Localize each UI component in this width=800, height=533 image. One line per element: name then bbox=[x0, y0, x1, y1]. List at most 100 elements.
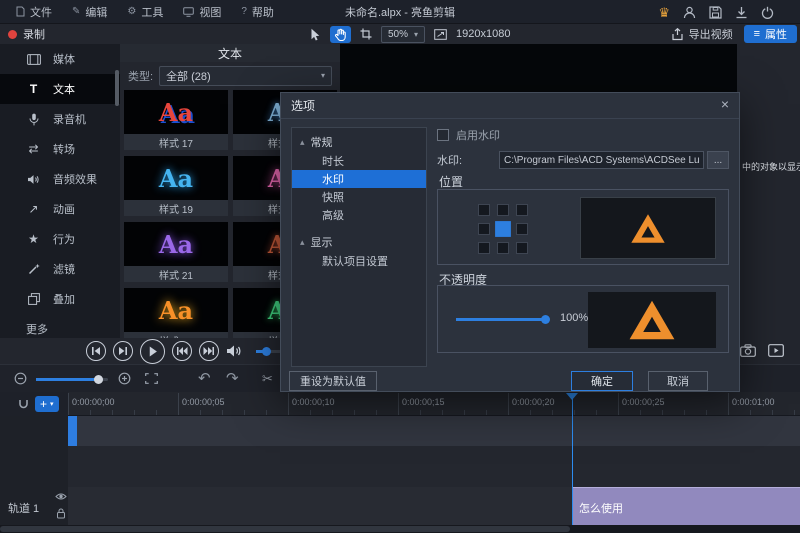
sidebar-item-behaviors[interactable]: ★ 行为 bbox=[0, 224, 120, 254]
tree-item-default-project-settings[interactable]: 默认项目设置 bbox=[292, 252, 426, 270]
sidebar-item-text[interactable]: T 文本 bbox=[0, 74, 120, 104]
enable-watermark-checkbox[interactable] bbox=[437, 129, 449, 141]
ruler-tick bbox=[508, 393, 509, 415]
magnet-snap-icon[interactable] bbox=[18, 399, 29, 410]
tree-group-label: 显示 bbox=[311, 234, 333, 250]
tree-item-duration[interactable]: 时长 bbox=[292, 152, 426, 170]
sidebar-item-recorder[interactable]: 录音机 bbox=[0, 104, 120, 134]
position-cell-top-right[interactable] bbox=[516, 204, 528, 216]
jump-end-button[interactable] bbox=[199, 341, 219, 361]
dialog-titlebar: 选项 × bbox=[281, 93, 739, 119]
tree-group-display[interactable]: ▴ 显示 bbox=[292, 232, 426, 252]
timeline-ruler[interactable]: 0:00:00;00 0:00:00;05 0:00:00;10 0:00:00… bbox=[0, 392, 800, 416]
export-video-button[interactable]: 导出视频 bbox=[671, 26, 733, 42]
power-icon[interactable] bbox=[761, 6, 774, 19]
undo-icon[interactable]: ↶ bbox=[198, 371, 211, 386]
play-button[interactable] bbox=[140, 339, 165, 364]
fit-timeline-icon[interactable] bbox=[145, 373, 158, 384]
opacity-slider[interactable] bbox=[456, 318, 546, 321]
options-content: 启用水印 水印: ... 位置 bbox=[437, 127, 729, 385]
tree-item-advanced[interactable]: 高级 bbox=[292, 206, 426, 224]
snapshot-camera-icon[interactable] bbox=[740, 344, 756, 357]
position-cell-bottom-center[interactable] bbox=[497, 242, 509, 254]
upgrade-crown-icon[interactable]: ♛ bbox=[658, 6, 670, 19]
type-select[interactable]: 全部 (28) ▾ bbox=[159, 66, 332, 86]
canvas-size-icon[interactable] bbox=[434, 29, 447, 40]
save-icon[interactable] bbox=[709, 6, 722, 19]
zoom-out-icon[interactable] bbox=[14, 372, 27, 385]
hand-tool-button[interactable] bbox=[330, 26, 351, 43]
redo-icon[interactable]: ↷ bbox=[226, 371, 239, 386]
text-style-card[interactable]: Aa 样式 21 bbox=[124, 222, 228, 282]
position-cell-bottom-left[interactable] bbox=[478, 242, 490, 254]
crop-tool-icon[interactable] bbox=[360, 28, 372, 40]
opacity-group-box: 100% bbox=[437, 285, 729, 353]
sidebar-item-transitions[interactable]: ⇄ 转场 bbox=[0, 134, 120, 164]
sidebar-item-label: 更多 bbox=[26, 321, 48, 337]
preview-record-icon[interactable] bbox=[768, 344, 784, 357]
cancel-button[interactable]: 取消 bbox=[648, 371, 708, 391]
project-resolution: 1920x1080 bbox=[456, 28, 510, 40]
sidebar-item-label: 文本 bbox=[53, 81, 75, 97]
user-account-icon[interactable] bbox=[683, 6, 696, 19]
text-style-card[interactable]: Aa 样式 17 bbox=[124, 90, 228, 150]
position-cell-bottom-right[interactable] bbox=[516, 242, 528, 254]
tree-item-watermark[interactable]: 水印 bbox=[292, 170, 426, 188]
seek-bar-handle[interactable] bbox=[262, 347, 271, 356]
reset-defaults-button[interactable]: 重设为默认值 bbox=[289, 371, 377, 391]
ok-button[interactable]: 确定 bbox=[571, 371, 633, 391]
position-group-box bbox=[437, 189, 729, 265]
timeline-zoom-slider[interactable] bbox=[36, 378, 108, 381]
timeline-horizontal-scrollbar[interactable] bbox=[0, 525, 800, 533]
sidebar-item-overlay[interactable]: 叠加 bbox=[0, 284, 120, 314]
menu-file[interactable]: 文件 bbox=[6, 0, 62, 23]
menu-tools[interactable]: ⚙ 工具 bbox=[117, 0, 173, 23]
sidebar-item-filters[interactable]: 滤镜 bbox=[0, 254, 120, 284]
small-blue-clip[interactable] bbox=[68, 416, 77, 446]
menu-edit[interactable]: ✎ 编辑 bbox=[62, 0, 117, 23]
properties-button[interactable]: ≡ 属性 bbox=[744, 25, 797, 43]
volume-icon[interactable] bbox=[226, 344, 242, 358]
timeline-clip[interactable]: 怎么使用 bbox=[572, 487, 800, 525]
sidebar-item-media[interactable]: 媒体 bbox=[0, 44, 120, 74]
text-style-card[interactable]: Aa 样式 19 bbox=[124, 156, 228, 216]
close-icon[interactable]: × bbox=[721, 97, 729, 111]
position-cell-top-left[interactable] bbox=[478, 204, 490, 216]
sidebar-item-animation[interactable]: ↗ 动画 bbox=[0, 194, 120, 224]
position-cell-top-center[interactable] bbox=[497, 204, 509, 216]
track-lock-icon[interactable] bbox=[56, 508, 66, 519]
browse-button[interactable]: ... bbox=[707, 151, 729, 169]
sidebar-item-audio-effects[interactable]: 音频效果 bbox=[0, 164, 120, 194]
track-visibility-eye-icon[interactable] bbox=[55, 492, 67, 501]
position-cell-middle-right[interactable] bbox=[516, 223, 528, 235]
playback-controls bbox=[86, 338, 242, 364]
watermark-path-input[interactable] bbox=[499, 151, 704, 169]
position-cell-middle-left[interactable] bbox=[478, 223, 490, 235]
cursor-tool-icon[interactable] bbox=[310, 28, 321, 41]
split-scissors-icon[interactable]: ✂ bbox=[262, 371, 273, 387]
track-lane-top[interactable] bbox=[68, 416, 800, 446]
zoom-slider-handle[interactable] bbox=[94, 375, 103, 384]
sidebar-scrollbar[interactable] bbox=[115, 70, 119, 106]
sidebar: 媒体 T 文本 录音机 ⇄ 转场 音频效果 ↗ 动画 ★ 行为 滤镜 bbox=[0, 44, 120, 360]
scrollbar-thumb[interactable] bbox=[0, 526, 570, 532]
menu-help[interactable]: ? 帮助 bbox=[231, 0, 284, 23]
preview-zoom-select[interactable]: 50% ▾ bbox=[381, 26, 425, 43]
seek-back-button[interactable] bbox=[86, 341, 106, 361]
record-button[interactable]: 录制 bbox=[8, 24, 45, 44]
file-icon bbox=[16, 6, 25, 17]
seek-forward-button[interactable] bbox=[113, 341, 133, 361]
menu-view[interactable]: 视图 bbox=[173, 0, 231, 23]
tree-item-snapshot[interactable]: 快照 bbox=[292, 188, 426, 206]
zoom-in-icon[interactable] bbox=[118, 372, 131, 385]
watermark-path-row: 水印: ... bbox=[437, 151, 729, 169]
position-cell-center-selected[interactable] bbox=[495, 221, 511, 237]
window-title: 未命名.alpx - 亮鱼剪辑 bbox=[345, 0, 455, 24]
ruler-label: 0:00:00;20 bbox=[512, 397, 555, 407]
opacity-slider-handle[interactable] bbox=[541, 315, 550, 324]
tree-group-general[interactable]: ▴ 常规 bbox=[292, 132, 426, 152]
jump-start-button[interactable] bbox=[172, 341, 192, 361]
add-track-button[interactable]: + ▾ bbox=[35, 396, 59, 412]
app-window: 文件 ✎ 编辑 ⚙ 工具 视图 ? 帮助 未命名.alpx - 亮鱼剪辑 ♛ bbox=[0, 0, 800, 533]
download-icon[interactable] bbox=[735, 6, 748, 19]
